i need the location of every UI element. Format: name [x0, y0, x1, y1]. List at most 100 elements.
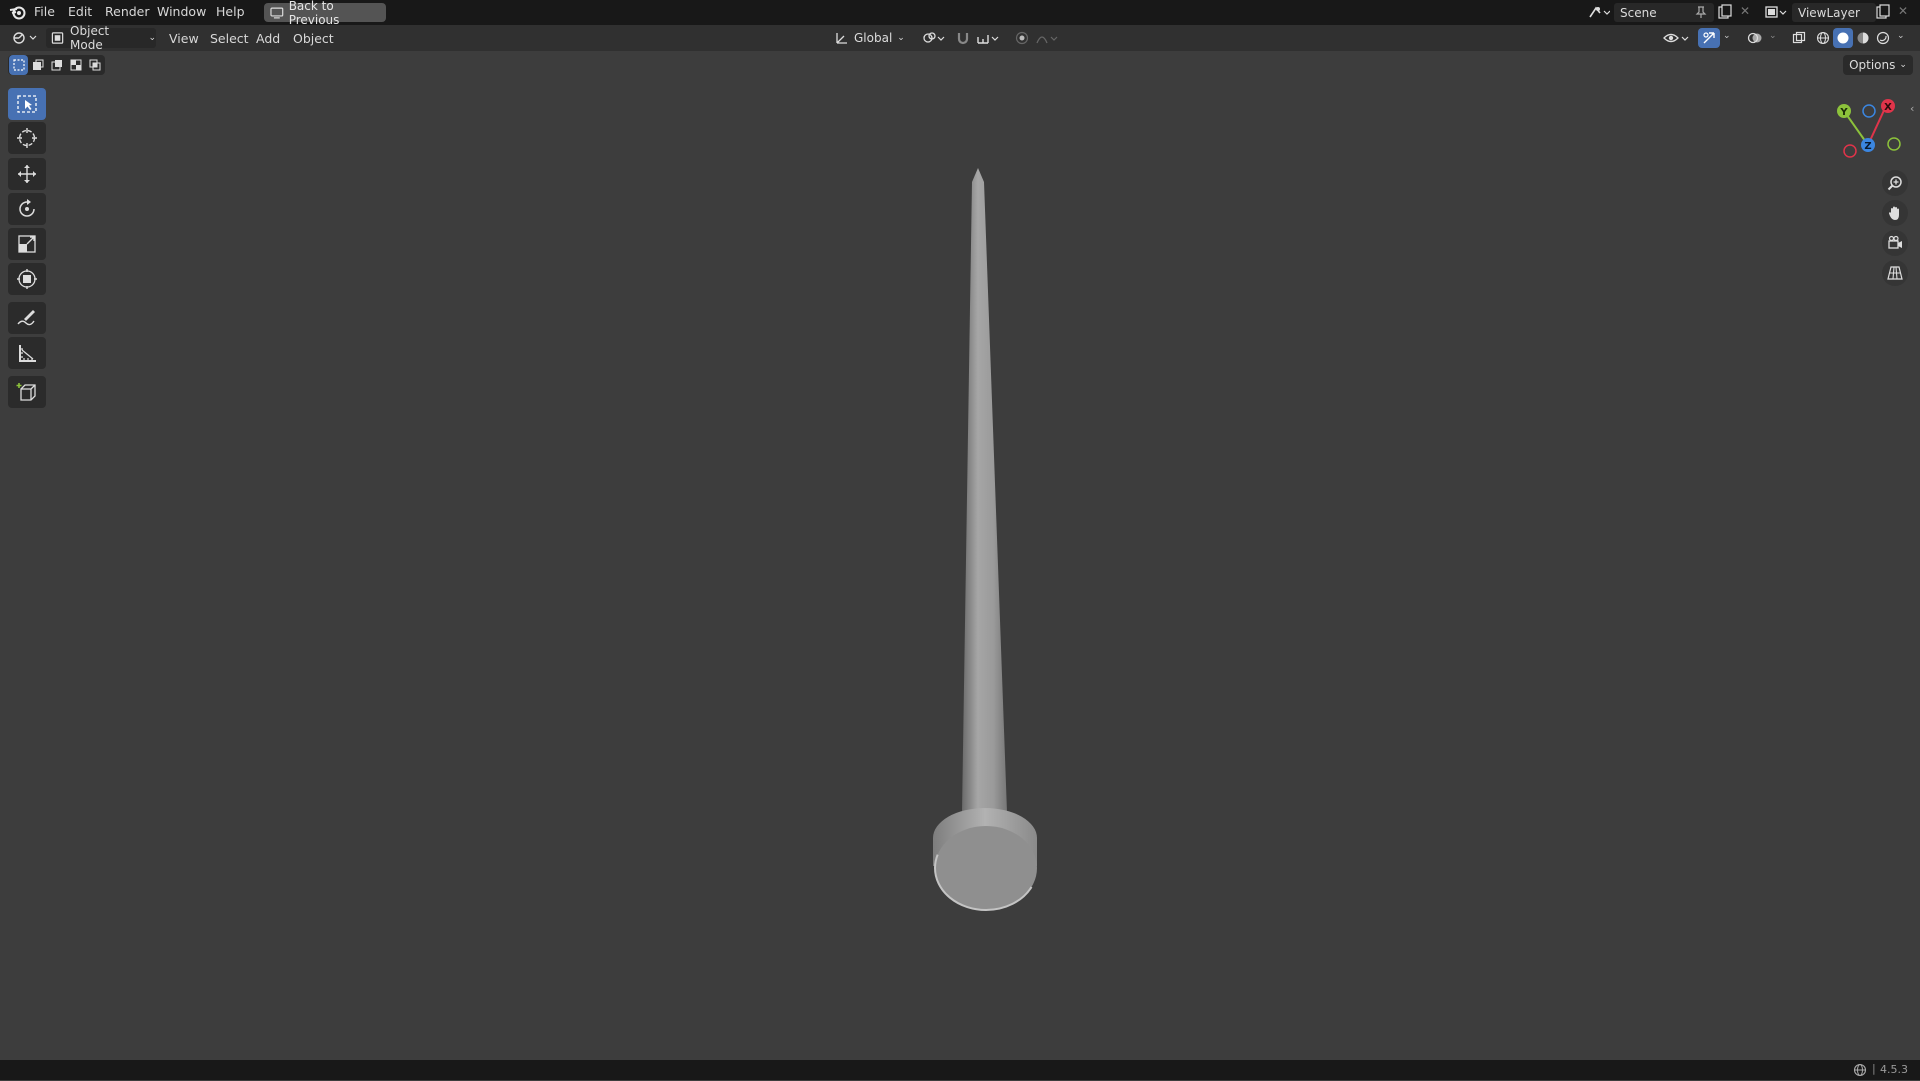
pivot-point-button[interactable]	[920, 28, 948, 48]
viewport-header: Object Mode ⌄ View Select Add Object Glo…	[0, 24, 1920, 52]
camera-icon	[1888, 235, 1902, 249]
menu-window[interactable]: Window	[157, 4, 206, 19]
camera-view-button[interactable]	[1882, 230, 1908, 256]
delete-view-layer-icon[interactable]: ✕	[1898, 4, 1908, 18]
menu-add[interactable]: Add	[256, 31, 280, 46]
select-new-icon	[12, 59, 25, 71]
rotate-icon	[19, 199, 35, 217]
measure-ruler-icon	[19, 345, 36, 362]
blender-logo-icon[interactable]	[9, 4, 27, 24]
pivot-icon	[923, 32, 945, 43]
tool-add-cube[interactable]	[8, 376, 46, 408]
view-layer-browse-button[interactable]	[1762, 2, 1790, 22]
chevron-down-icon: ⌄	[148, 33, 156, 43]
select-invert-icon	[70, 59, 81, 71]
tool-cursor[interactable]	[8, 122, 46, 154]
xray-toggle-button[interactable]	[1788, 28, 1810, 48]
proportional-falloff-button[interactable]	[1033, 28, 1063, 48]
gizmo-dropdown-chevron-icon[interactable]: ⌄	[1723, 31, 1731, 41]
menu-help[interactable]: Help	[216, 4, 245, 19]
mode-dropdown[interactable]: Object Mode ⌄	[46, 24, 156, 52]
annotate-pencil-icon	[17, 310, 35, 326]
tool-transform[interactable]	[8, 263, 46, 295]
cursor-icon	[17, 128, 37, 148]
menu-view[interactable]: View	[169, 31, 199, 46]
shading-dropdown-chevron-icon[interactable]: ⌄	[1897, 31, 1905, 41]
proportional-editing-button[interactable]	[1011, 28, 1033, 48]
sidebar-toggle-chevron-icon[interactable]: ‹	[1910, 102, 1914, 115]
gizmo-toggle-button[interactable]	[1698, 28, 1720, 48]
network-globe-icon[interactable]	[1853, 1063, 1867, 1081]
snap-toggle-button[interactable]	[952, 28, 974, 48]
gizmo-y-label: Y	[1839, 107, 1848, 118]
gizmo-neg-x-circle[interactable]	[1843, 144, 1857, 158]
shading-solid-button[interactable]	[1833, 28, 1853, 48]
tool-measure[interactable]	[8, 337, 46, 369]
options-label: Options	[1849, 58, 1896, 72]
status-bar: | 4.5.3	[0, 1060, 1920, 1080]
select-box-icon	[17, 95, 37, 113]
scene-browse-button[interactable]	[1585, 2, 1613, 22]
scene-name: Scene	[1620, 5, 1657, 20]
object-mode-icon	[51, 32, 64, 44]
global-orientation-icon	[836, 33, 847, 44]
grid-perspective-icon	[1887, 266, 1903, 280]
new-view-layer-icon[interactable]	[1876, 4, 1890, 23]
version-label: 4.5.3	[1880, 1063, 1908, 1076]
chevron-down-icon: ⌄	[1899, 60, 1907, 70]
editor-type-button[interactable]	[10, 28, 40, 48]
back-to-previous-button[interactable]: Back to Previous	[264, 0, 386, 27]
gizmo-neg-z-circle[interactable]	[1862, 104, 1876, 118]
view-layer-name-field[interactable]: ViewLayer	[1792, 3, 1876, 22]
tool-move[interactable]	[8, 158, 46, 190]
shading-rendered-button[interactable]	[1873, 28, 1893, 48]
top-menu-bar: File Edit Render Window Help Back to Pre…	[0, 0, 1920, 27]
select-extend-button[interactable]	[28, 55, 47, 75]
orientation-gizmo[interactable]: X Y Z	[1830, 96, 1906, 160]
move-icon	[18, 165, 36, 183]
new-scene-icon[interactable]	[1718, 4, 1732, 23]
menu-render[interactable]: Render	[105, 4, 150, 19]
transform-orientation-dropdown[interactable]: Global ⌄	[835, 28, 913, 48]
transform-orientation-label: Global	[854, 31, 893, 45]
eye-pointer-icon	[1663, 33, 1689, 43]
select-extend-icon	[32, 59, 43, 70]
snap-target-button[interactable]	[974, 28, 1004, 48]
options-dropdown[interactable]: Options ⌄	[1843, 55, 1913, 75]
view-layer-icon	[1765, 6, 1787, 18]
nail-3d-object[interactable]	[900, 160, 1060, 920]
chevron-down-icon: ⌄	[897, 33, 905, 43]
tool-scale[interactable]	[8, 228, 46, 260]
overlays-toggle-button[interactable]	[1744, 28, 1766, 48]
gizmo-neg-y-circle[interactable]	[1887, 137, 1901, 151]
tool-rotate[interactable]	[8, 193, 46, 225]
menu-select[interactable]: Select	[210, 31, 249, 46]
screen-icon	[270, 7, 284, 18]
select-subtract-icon	[51, 60, 62, 71]
selectability-visibility-button[interactable]	[1662, 28, 1692, 48]
select-new-button[interactable]	[9, 55, 28, 75]
pin-icon[interactable]	[1695, 5, 1707, 23]
mode-label: Object Mode	[70, 24, 110, 52]
select-intersect-icon	[89, 59, 100, 71]
select-invert-button[interactable]	[66, 55, 85, 75]
tool-select-box[interactable]	[8, 88, 46, 120]
hand-icon	[1888, 206, 1899, 220]
select-intersect-button[interactable]	[85, 55, 104, 75]
perspective-toggle-button[interactable]	[1882, 260, 1908, 286]
zoom-view-button[interactable]	[1882, 170, 1908, 196]
menu-file[interactable]: File	[34, 4, 55, 19]
menu-edit[interactable]: Edit	[68, 4, 92, 19]
shading-material-button[interactable]	[1853, 28, 1873, 48]
delete-scene-icon[interactable]: ✕	[1740, 4, 1750, 18]
falloff-curve-icon	[1036, 36, 1058, 44]
select-subtract-button[interactable]	[47, 55, 66, 75]
tool-annotate[interactable]	[8, 302, 46, 334]
overlays-dropdown-chevron-icon[interactable]: ⌄	[1769, 31, 1777, 41]
add-cube-icon	[16, 383, 36, 401]
shading-wireframe-button[interactable]	[1813, 28, 1833, 48]
scene-icon	[1589, 6, 1610, 18]
pan-view-button[interactable]	[1882, 200, 1908, 226]
gizmo-icon	[1703, 32, 1715, 44]
menu-object[interactable]: Object	[293, 31, 334, 46]
